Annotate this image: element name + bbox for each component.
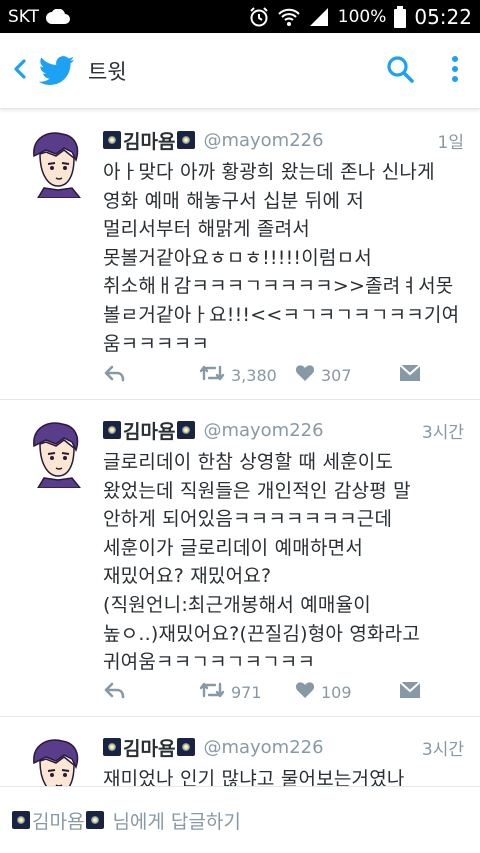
tweet-item[interactable]: 김마욤 @mayom226 1일 아ㅏ맞다 아까 황광희 왔는데 존나 신나게 … [0, 110, 480, 400]
reply-placeholder: 님에게 답글하기 [112, 810, 241, 833]
clock-time: 05:22 [414, 4, 472, 29]
back-button[interactable] [2, 33, 38, 109]
heart-icon [295, 681, 315, 703]
user-handle[interactable]: @mayom226 [203, 420, 323, 441]
direct-message-icon [399, 364, 421, 386]
sparkle-emoji-icon [177, 421, 196, 439]
reply-input[interactable]: 김마욤 님에게 답글하기 [12, 807, 241, 834]
more-vertical-icon [451, 55, 459, 87]
avatar[interactable] [18, 416, 90, 488]
sparkle-emoji-icon [103, 131, 121, 149]
direct-message-icon [399, 681, 421, 703]
battery-label: 100% [337, 6, 387, 27]
user-handle[interactable]: @mayom226 [203, 737, 323, 758]
retweet-icon [199, 364, 225, 386]
tweet-item[interactable]: 김마욤 @mayom226 3시간 글로리데이 한참 상영할 때 세훈이도 왔었… [0, 400, 480, 717]
tweet-list: 김마욤 @mayom226 1일 아ㅏ맞다 아까 황광희 왔는데 존나 신나게 … [0, 110, 480, 786]
page-title: 트윗 [88, 59, 127, 84]
sparkle-emoji-icon [103, 421, 121, 439]
sparkle-emoji-icon [12, 811, 30, 829]
tweet-text: 글로리데이 한참 상영할 때 세훈이도 왔었는데 직원들은 개인적인 감상평 말… [103, 451, 421, 674]
like-button[interactable]: 109 [295, 681, 399, 703]
tweet-text: 재미었나 인기 많냐고 물어보는거였나 [103, 768, 405, 786]
carrier-label: SKT [8, 6, 40, 27]
like-count: 307 [321, 365, 352, 385]
tweet-actions: 3,380 307 [103, 360, 464, 390]
display-name[interactable]: 김마욤 [123, 417, 175, 444]
user-handle[interactable]: @mayom226 [203, 130, 323, 151]
avatar[interactable] [18, 126, 90, 198]
cloud-icon [45, 8, 71, 25]
sparkle-emoji-icon [86, 811, 105, 829]
sparkle-emoji-icon [177, 131, 196, 149]
retweet-button[interactable]: 3,380 [199, 364, 295, 386]
reply-icon [103, 364, 125, 386]
search-icon [386, 55, 414, 87]
tweet-time: 3시간 [421, 422, 464, 443]
sparkle-emoji-icon [103, 738, 121, 756]
direct-message-button[interactable] [399, 681, 421, 703]
reply-button[interactable] [103, 364, 199, 386]
retweet-icon [199, 681, 225, 703]
retweet-count: 3,380 [231, 365, 277, 385]
status-bar: SKT 100% 05:22 [0, 0, 480, 33]
reply-target-name: 김마욤 [32, 810, 85, 833]
wifi-icon [278, 7, 300, 27]
avatar[interactable] [18, 733, 90, 786]
more-options-button[interactable] [430, 33, 480, 109]
display-name[interactable]: 김마욤 [123, 127, 175, 154]
alarm-icon [248, 6, 270, 28]
sparkle-emoji-icon [177, 738, 196, 756]
reply-bar[interactable]: 김마욤 님에게 답글하기 [0, 786, 480, 853]
back-arrow-icon [12, 58, 28, 84]
reply-icon [103, 681, 125, 703]
heart-icon [295, 364, 315, 386]
tweet-actions: 971 109 [103, 677, 464, 707]
battery-icon [394, 5, 407, 28]
tweet-text: 아ㅏ맞다 아까 황광희 왔는데 존나 신나게 영화 예매 해놓구서 십분 뒤에 … [103, 161, 460, 355]
direct-message-button[interactable] [399, 364, 421, 386]
tweet-time: 3시간 [421, 739, 464, 760]
tweet-time: 1일 [437, 132, 464, 153]
display-name[interactable]: 김마욤 [123, 734, 175, 761]
retweet-button[interactable]: 971 [199, 681, 295, 703]
like-count: 109 [321, 682, 352, 702]
app-bar: 트윗 [0, 33, 480, 109]
search-button[interactable] [370, 33, 430, 109]
signal-icon [308, 7, 330, 27]
tweet-item[interactable]: 김마욤 @mayom226 3시간 재미었나 인기 많냐고 물어보는거였나 [0, 717, 480, 786]
retweet-count: 971 [231, 682, 262, 702]
twitter-bird-icon [38, 33, 76, 109]
reply-button[interactable] [103, 681, 199, 703]
like-button[interactable]: 307 [295, 364, 399, 386]
